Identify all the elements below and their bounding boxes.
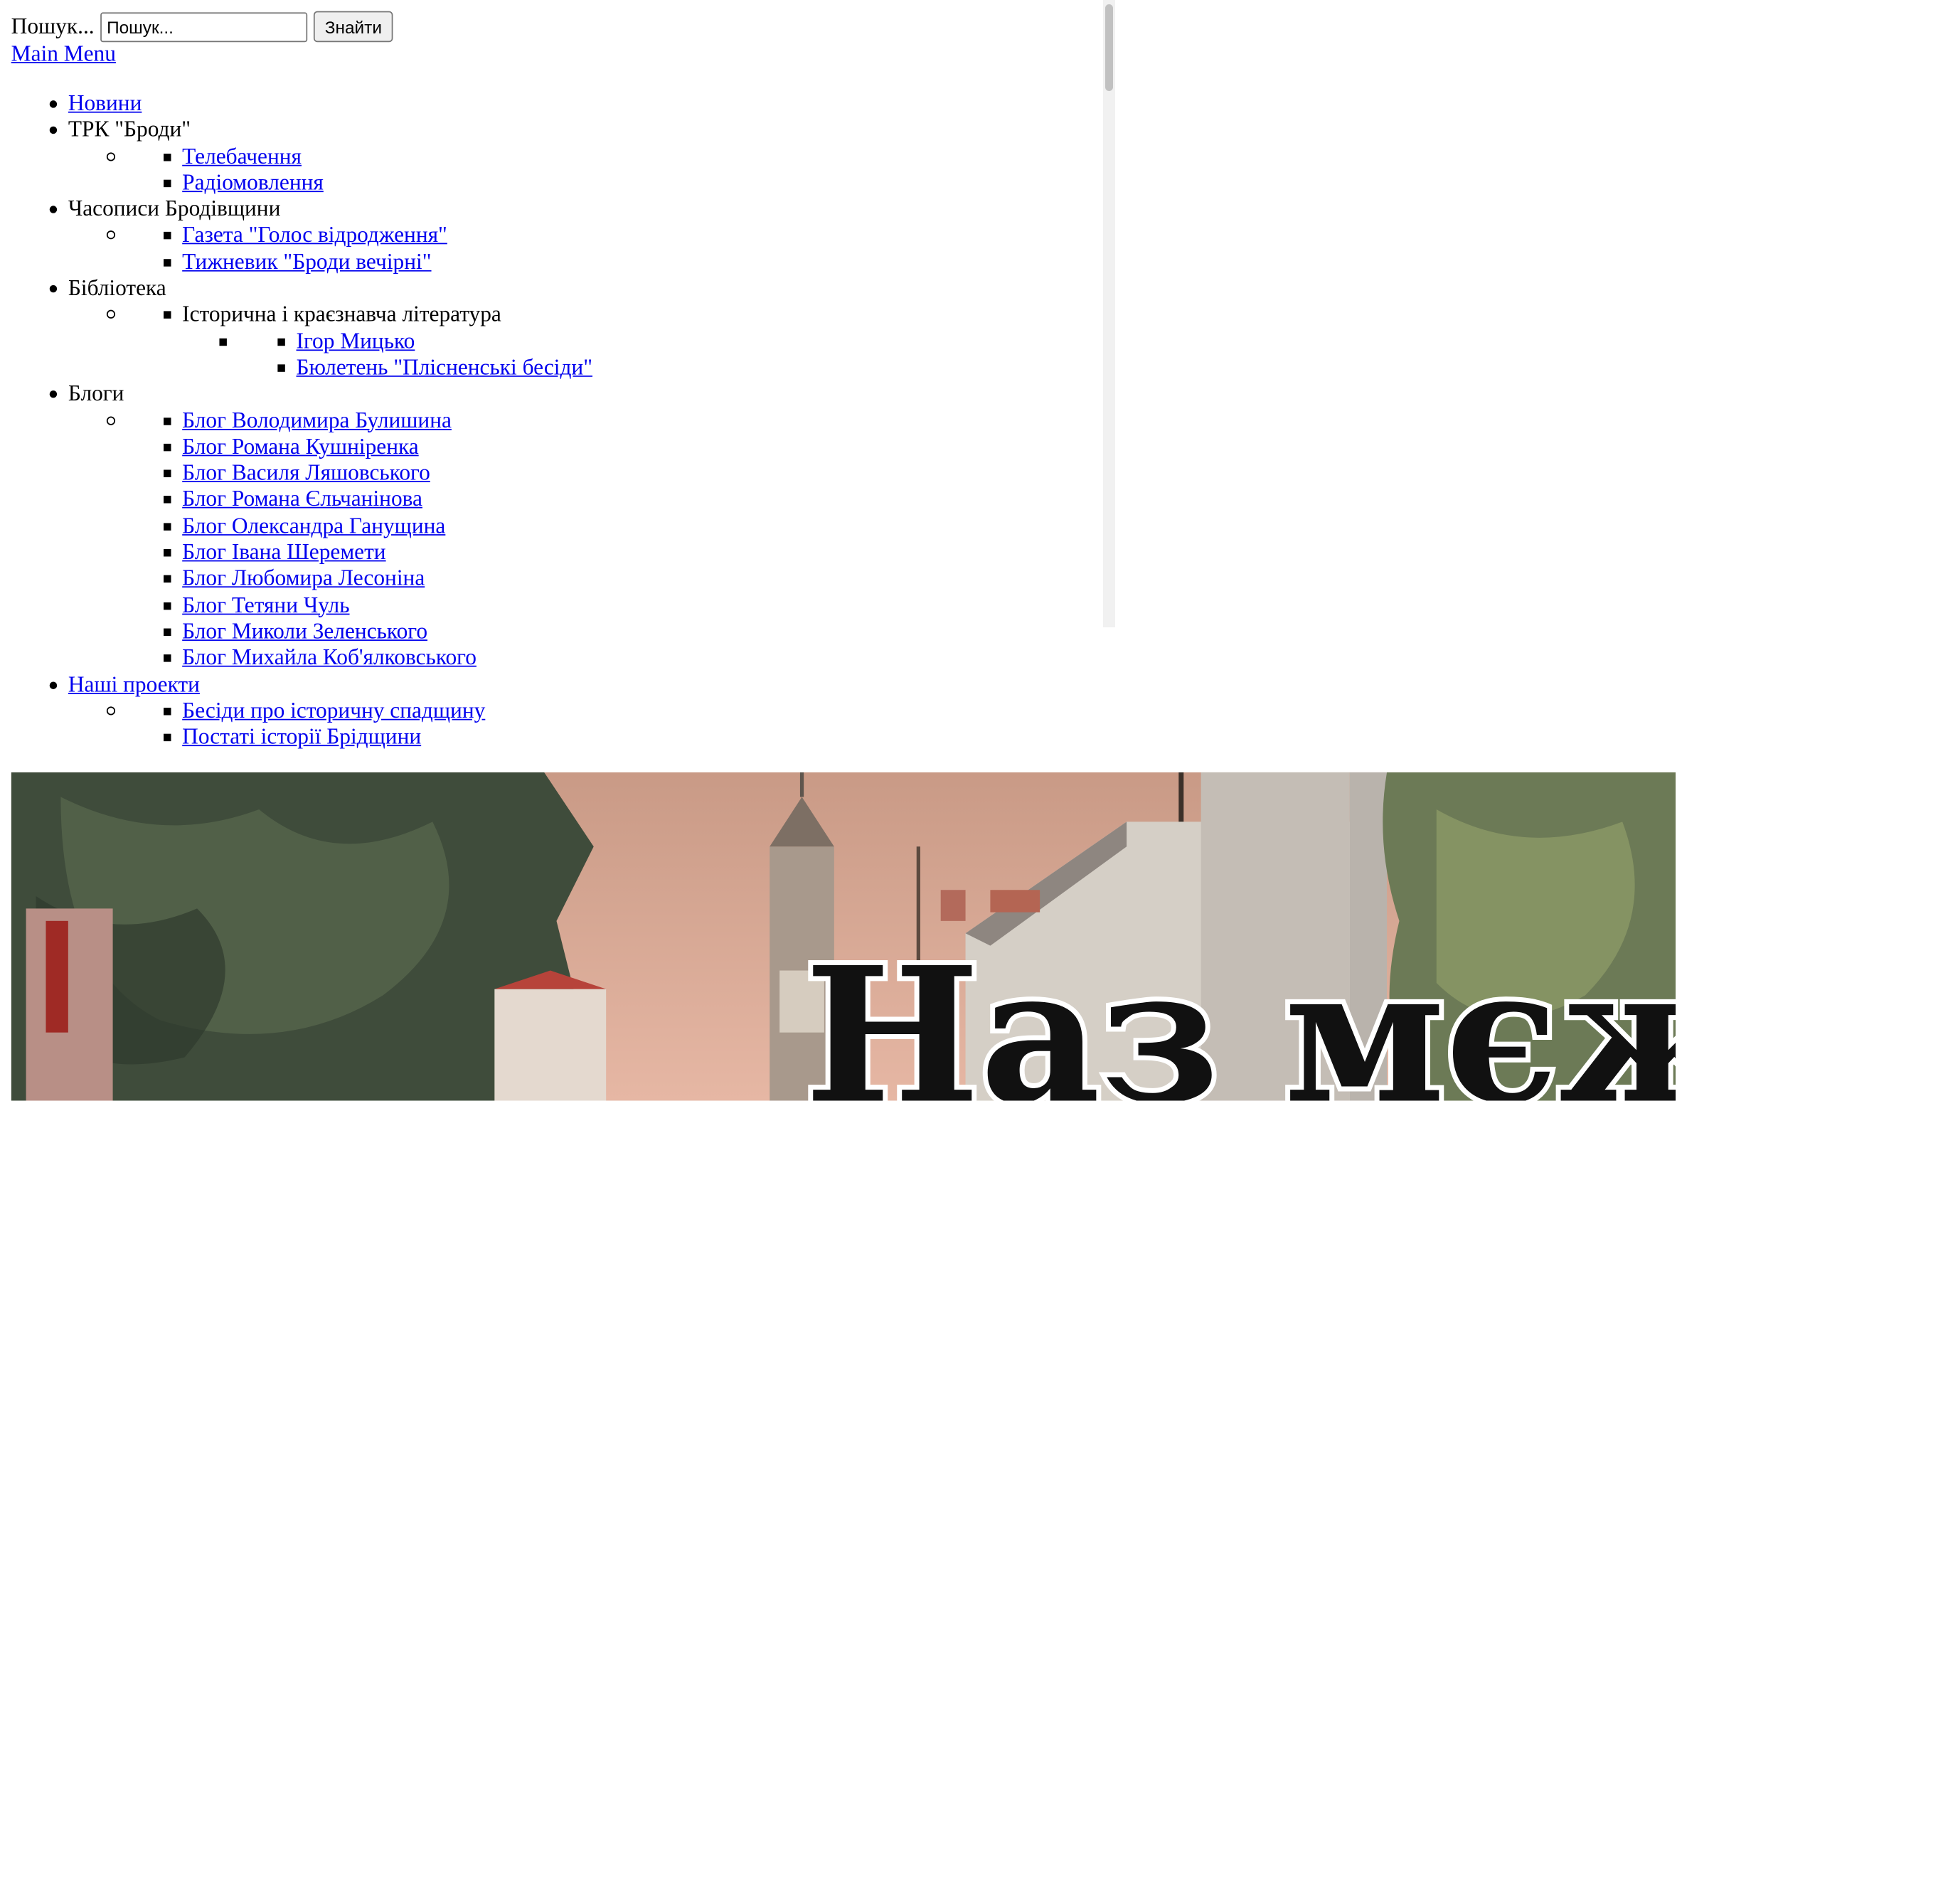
search-form: Пошук... Знайти <box>11 11 393 43</box>
submenu-item: Блог Любомира Лесоніна <box>164 565 592 592</box>
banner-logo-text: Наз мєжі <box>804 927 1676 1101</box>
page-scrollbar-thumb[interactable] <box>1105 4 1113 91</box>
menu-link-blog[interactable]: Блог Любомира Лесоніна <box>182 565 425 590</box>
menu-label-library: Бібліотека <box>68 275 166 300</box>
submenu-trk: Телебачення Радіомовлення <box>68 143 592 196</box>
page: Пошук... Знайти Main Menu Новини ТРК "Бр… <box>0 0 1943 1904</box>
submenu-item: Радіомовлення <box>164 170 592 196</box>
menu-link-blog[interactable]: Блог Олександра Ганущина <box>182 513 445 538</box>
menu-label-trk: ТРК "Броди" <box>68 117 191 142</box>
circle-bullet <box>106 151 116 161</box>
submenu-item: Блог Михайла Коб'ялковського <box>164 645 592 671</box>
submenu-item: Ігор Мицько <box>277 328 593 354</box>
menu-link-blog[interactable]: Блог Василя Ляшовського <box>182 460 430 485</box>
menu-link-heritage-talks[interactable]: Бесіди про історичну спадщину <box>182 698 485 723</box>
submenu-item: Блог Василя Ляшовського <box>164 460 592 486</box>
menu-item-projects: Наші проекти Бесіди про історичну спадщи… <box>49 671 592 750</box>
submenu-item: Тижневик "Броди вечірні" <box>164 249 592 275</box>
header-banner-image: Наз мєжі <box>11 772 1676 1101</box>
menu-item-blogs: Блоги Блог Володимира Булишина Блог Рома… <box>49 381 592 671</box>
submenu-item: Блог Івана Шеремети <box>164 539 592 565</box>
menu-link-blog[interactable]: Блог Романа Єльчанінова <box>182 486 422 511</box>
submenu-projects: Бесіди про історичну спадщину Постаті іс… <box>68 698 592 750</box>
submenu-item: Блог Романа Єльчанінова <box>164 486 592 513</box>
menu-link-radio[interactable]: Радіомовлення <box>182 170 324 195</box>
submenu-periodicals: Газета "Голос відродження" Тижневик "Бро… <box>68 223 592 275</box>
submenu-item: Бесіди про історичну спадщину <box>164 698 592 724</box>
page-scrollbar[interactable] <box>1103 0 1115 627</box>
menu-link-history-figures[interactable]: Постаті історії Брідщини <box>182 724 421 749</box>
menu-link-blog[interactable]: Блог Івана Шеремети <box>182 539 385 564</box>
menu-link-blog[interactable]: Блог Тетяни Чуль <box>182 592 349 617</box>
menu-link-blog[interactable]: Блог Романа Кушніренка <box>182 434 419 459</box>
submenu-item: Газета "Голос відродження" <box>164 223 592 249</box>
search-button[interactable]: Знайти <box>314 11 393 43</box>
menu-link-news[interactable]: Новини <box>68 90 142 115</box>
submenu-item: Історична і краєзнавча література Ігор М… <box>164 302 592 381</box>
circle-bullet <box>106 706 116 716</box>
search-label: Пошук... <box>11 13 95 38</box>
menu-link-television[interactable]: Телебачення <box>182 143 302 168</box>
submenu-item: Блог Олександра Ганущина <box>164 513 592 539</box>
menu-link-blog[interactable]: Блог Михайла Коб'ялковського <box>182 645 477 670</box>
main-menu: Новини ТРК "Броди" Телебачення Радіомовл… <box>49 90 592 750</box>
circle-bullet <box>106 230 116 240</box>
circle-bullet <box>106 310 116 319</box>
menu-item-news: Новини <box>49 90 592 117</box>
menu-link-bulletin[interactable]: Бюлетень "Плісненські бесіди" <box>297 354 593 379</box>
menu-label-periodicals: Часописи Бродівщини <box>68 196 281 221</box>
submenu-item: Телебачення <box>164 143 592 169</box>
submenu-item: Блог Романа Кушніренка <box>164 434 592 460</box>
submenu-item: Бюлетень "Плісненські бесіди" <box>277 354 593 381</box>
menu-item-trk: ТРК "Броди" Телебачення Радіомовлення <box>49 117 592 196</box>
menu-label-history-literature: Історична і краєзнавча література <box>182 302 501 326</box>
menu-link-ihor-mytsko[interactable]: Ігор Мицько <box>297 328 415 353</box>
menu-item-library: Бібліотека Історична і краєзнавча літера… <box>49 275 592 381</box>
submenu-item: Блог Миколи Зеленського <box>164 618 592 644</box>
menu-link-blog[interactable]: Блог Миколи Зеленського <box>182 618 427 643</box>
menu-item-periodicals: Часописи Бродівщини Газета "Голос відрод… <box>49 196 592 275</box>
submenu-history-literature: Ігор Мицько Бюлетень "Плісненські бесіди… <box>182 328 592 381</box>
square-bullet <box>219 338 227 346</box>
circle-bullet <box>106 415 116 425</box>
menu-label-blogs: Блоги <box>68 381 124 406</box>
submenu-item: Блог Тетяни Чуль <box>164 592 592 618</box>
menu-link-newspaper[interactable]: Газета "Голос відродження" <box>182 223 447 248</box>
banner-illustration: Наз мєжі <box>11 772 1676 1101</box>
main-menu-link[interactable]: Main Menu <box>11 41 116 68</box>
menu-link-weekly[interactable]: Тижневик "Броди вечірні" <box>182 249 431 274</box>
submenu-blogs: Блог Володимира Булишина Блог Романа Куш… <box>68 408 592 671</box>
submenu-library: Історична і краєзнавча література Ігор М… <box>68 302 592 381</box>
search-input[interactable] <box>100 11 308 42</box>
submenu-item: Постаті історії Брідщини <box>164 724 592 750</box>
menu-link-projects[interactable]: Наші проекти <box>68 671 200 696</box>
menu-link-blog[interactable]: Блог Володимира Булишина <box>182 408 452 432</box>
submenu-item: Блог Володимира Булишина <box>164 408 592 434</box>
